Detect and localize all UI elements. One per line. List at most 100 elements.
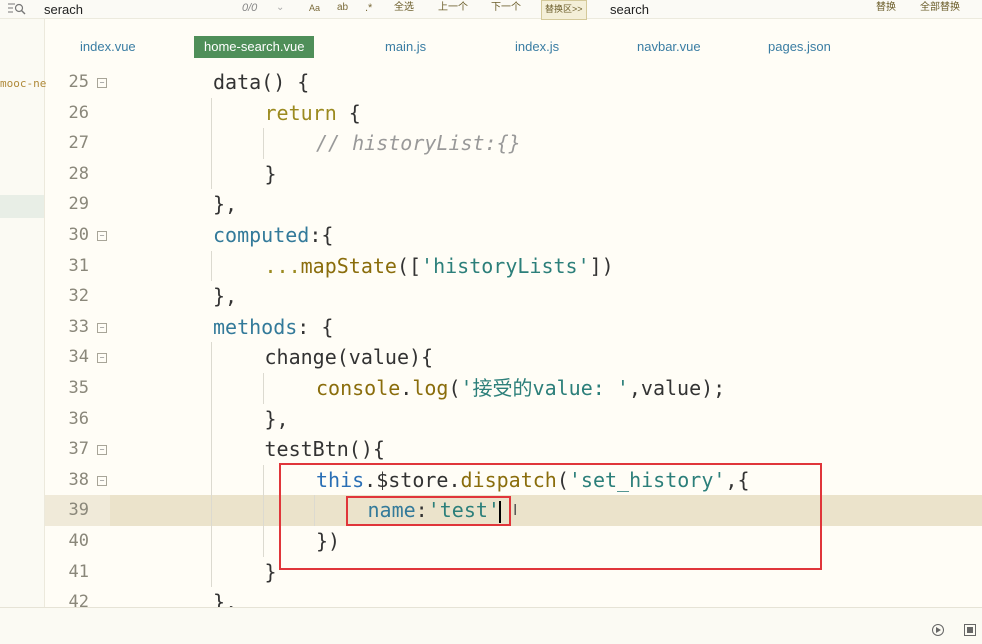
code-text: computed:{: [213, 223, 334, 247]
tab-main-js[interactable]: main.js: [385, 36, 426, 58]
text-cursor-icon: I: [513, 502, 518, 519]
sidebar-project-label[interactable]: mooc-ne: [0, 77, 46, 90]
next-match-button[interactable]: 下一个: [491, 0, 521, 18]
code-line[interactable]: 38− this.$store.dispatch('set_history',{: [45, 464, 982, 496]
code-text: // historyList:{}: [316, 131, 521, 156]
indent-guide: [262, 464, 264, 496]
code-line[interactable]: 26 return {: [45, 97, 982, 129]
code-text: data() {: [213, 70, 310, 94]
tab-pages-json[interactable]: pages.json: [768, 36, 831, 58]
code-line[interactable]: 30− computed:{: [45, 220, 982, 251]
match-case-toggle[interactable]: Aa: [309, 0, 320, 18]
indent-guide: [211, 250, 212, 282]
code-line[interactable]: 28}: [45, 158, 982, 190]
indent-guide: [211, 464, 212, 496]
code-text: }: [264, 559, 277, 584]
line-number: 34: [68, 347, 89, 368]
fold-toggle-icon[interactable]: −: [97, 475, 107, 486]
code-text: },: [264, 406, 289, 431]
code-editor[interactable]: 25− data() {26 return {27// historyList:{}…: [45, 64, 982, 607]
replace-all-button[interactable]: 全部替换: [920, 0, 960, 18]
line-number: 39: [68, 500, 89, 521]
code-line[interactable]: 42},: [45, 587, 982, 607]
fold-toggle-icon[interactable]: −: [97, 445, 107, 456]
select-all-button[interactable]: 全选: [394, 0, 414, 18]
status-bar: [0, 607, 982, 644]
code-line[interactable]: 32},: [45, 281, 982, 312]
line-number: 31: [68, 255, 89, 276]
indent-guide: [211, 97, 212, 129]
regex-toggle[interactable]: .*: [365, 0, 372, 18]
code-line[interactable]: 25− data() {: [45, 67, 982, 98]
find-list-icon[interactable]: [6, 0, 28, 18]
code-line[interactable]: 36},: [45, 403, 982, 435]
tab-index-js[interactable]: index.js: [515, 36, 559, 58]
code-line[interactable]: 31 ...mapState(['historyLists']): [45, 250, 982, 282]
line-number: 40: [68, 531, 89, 551]
tab-index-vue[interactable]: index.vue: [80, 36, 136, 58]
code-text: console.log('接受的value: ',value);: [316, 376, 726, 400]
replace-input[interactable]: [610, 0, 850, 18]
code-text: },: [213, 192, 238, 217]
indent-guide: [262, 526, 264, 557]
indent-guide: [211, 373, 212, 404]
code-line[interactable]: 29},: [45, 189, 982, 220]
line-number: 36: [68, 408, 89, 429]
indent-guide: [211, 128, 212, 159]
indent-guide: [211, 158, 212, 190]
line-number: 33: [68, 316, 89, 337]
line-number: 26: [68, 102, 89, 123]
code-text: name:'test': [367, 498, 501, 523]
tab-navbar-vue[interactable]: navbar.vue: [637, 36, 701, 58]
whole-word-toggle[interactable]: ab: [337, 0, 348, 18]
line-number: 37: [68, 439, 89, 460]
sidebar-selected-item[interactable]: [0, 195, 44, 218]
replace-button[interactable]: 替换: [876, 0, 896, 18]
indent-guide: [211, 495, 212, 526]
code-line[interactable]: 40}): [45, 526, 982, 557]
text-caret: [498, 500, 501, 523]
code-line[interactable]: 34− change(value){: [45, 342, 982, 373]
previous-match-button[interactable]: 上一个: [438, 0, 468, 18]
line-number: 35: [68, 378, 89, 398]
fold-toggle-icon[interactable]: −: [97, 78, 107, 88]
line-number: 28: [68, 163, 89, 184]
line-number: 25: [68, 72, 89, 92]
code-line[interactable]: 41}: [45, 556, 982, 588]
chevron-down-icon[interactable]: ⌄: [276, 0, 284, 18]
line-number: 30: [68, 225, 89, 245]
code-text: testBtn(){: [264, 437, 385, 462]
tab-home-search-vue[interactable]: home-search.vue: [194, 36, 315, 58]
fold-toggle-icon[interactable]: −: [97, 231, 107, 241]
match-count: 0/0: [242, 2, 258, 14]
find-input[interactable]: [44, 0, 234, 18]
indent-guide: [314, 495, 315, 526]
play-icon[interactable]: [932, 624, 944, 636]
code-line[interactable]: 35 console.log('接受的value: ',value);: [45, 373, 982, 404]
line-number: 42: [68, 592, 89, 607]
indent-guide: [262, 495, 264, 526]
code-line[interactable]: 27 // historyList:{}: [45, 128, 982, 159]
line-number: 41: [68, 561, 89, 582]
stop-icon[interactable]: [964, 624, 976, 636]
fold-toggle-icon[interactable]: −: [97, 353, 107, 364]
indent-guide: [211, 556, 212, 588]
code-line[interactable]: 33− methods: {: [45, 312, 982, 343]
indent-guide: [211, 526, 212, 557]
indent-guide: [262, 128, 264, 159]
editor-tabs: index.vue home-search.vue main.js index.…: [45, 19, 982, 63]
code-line[interactable]: 37− testBtn(){: [45, 434, 982, 465]
code-text: return {: [264, 100, 361, 125]
code-text: }): [316, 529, 341, 553]
line-number: 38: [68, 469, 89, 490]
indent-guide: [262, 373, 264, 404]
line-number: 27: [68, 133, 89, 154]
project-sidebar: mooc-ne: [0, 19, 46, 607]
find-replace-bar: 0/0 ⌄ Aa ab .* 全选 上一个 下一个 替换区>> 替换 全部替换: [0, 0, 982, 20]
code-text: }: [264, 161, 277, 186]
fold-toggle-icon[interactable]: −: [97, 322, 107, 333]
replace-area-toggle[interactable]: 替换区>>: [541, 0, 587, 20]
line-number: 29: [68, 194, 89, 215]
indent-guide: [211, 434, 212, 465]
code-text: },: [213, 284, 238, 309]
